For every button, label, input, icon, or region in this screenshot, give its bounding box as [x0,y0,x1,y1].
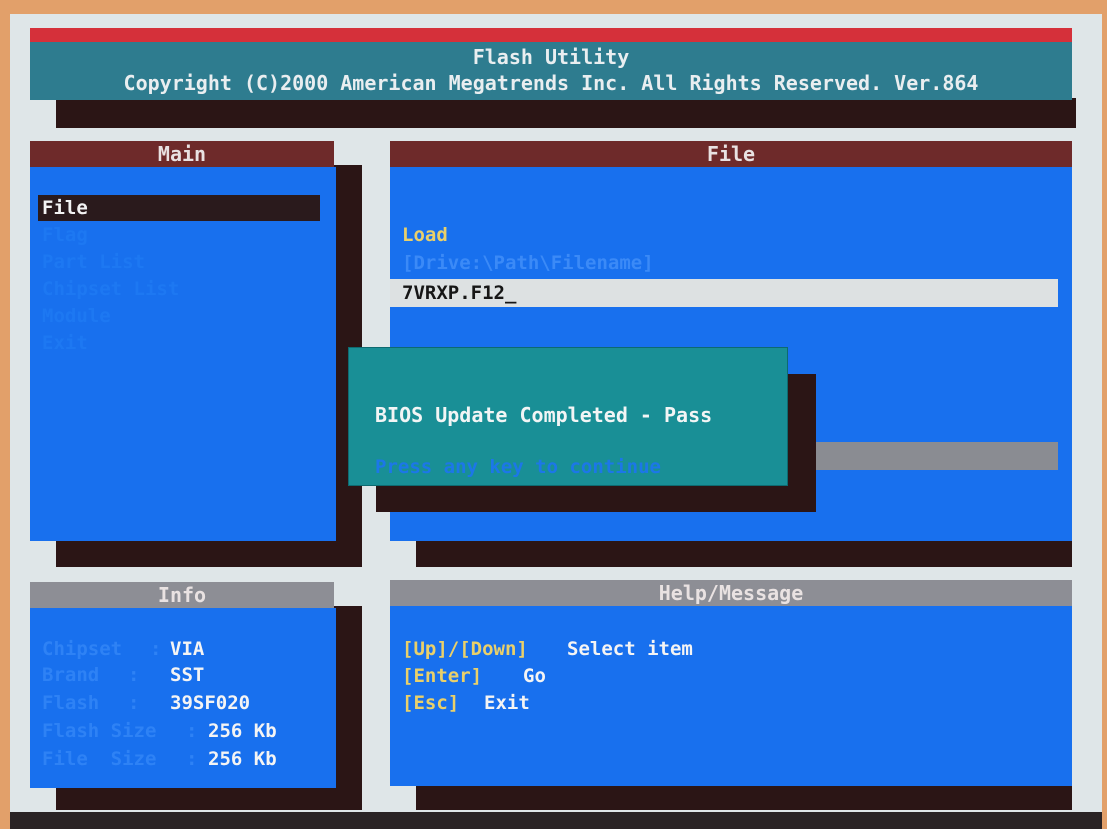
menu-item-part-list[interactable]: Part List [38,249,320,275]
info-value-chipset: VIA [170,638,205,660]
info-value-flash: 39SF020 [170,692,251,714]
info-panel-title: Info [30,582,334,608]
menu-item-file[interactable]: File [38,195,320,221]
copyright-text: Copyright (C)2000 American Megatrends In… [123,71,979,95]
info-label-flash-size: Flash Size [42,720,157,742]
info-value-brand: SST [170,664,205,686]
filename-input[interactable]: 7VRXP.F12_ [390,279,1058,307]
file-panel-title: File [390,141,1072,167]
app-title: Flash Utility [472,45,630,69]
app-header: Flash Utility Copyright (C)2000 American… [30,42,1072,100]
menu-item-exit[interactable]: Exit [38,330,320,356]
info-sep-chipset: : [150,638,162,660]
help-text-select: Select item [567,638,693,660]
load-label: Load [402,224,448,246]
info-label-brand: Brand [42,664,100,686]
help-text-exit: Exit [484,692,530,714]
path-format-hint: [Drive:\Path\Filename] [402,252,654,274]
info-label-chipset: Chipset [42,638,123,660]
info-sep-flash: : [128,692,140,714]
help-key-enter: [Enter] [402,665,483,687]
help-key-esc: [Esc] [402,692,460,714]
help-text-go: Go [523,665,546,687]
help-key-updown: [Up]/[Down] [402,638,528,660]
menu-item-flag[interactable]: Flag [38,222,320,248]
info-value-flash-size: 256 Kb [208,720,277,742]
header-shadow [56,98,1076,128]
dialog-message: BIOS Update Completed - Pass [375,403,713,427]
main-panel-title: Main [30,141,334,167]
info-sep-file-size: : [186,748,198,770]
highlight-bar [790,442,1058,470]
info-label-file-size: File Size [42,748,157,770]
info-label-flash: Flash [42,692,100,714]
info-value-file-size: 256 Kb [208,748,277,770]
menu-item-chipset-list[interactable]: Chipset List [38,276,320,302]
info-sep-flash-size: : [186,720,198,742]
dialog-hint: Press any key to continue [375,456,661,478]
info-sep-brand: : [128,664,140,686]
menu-item-module[interactable]: Module [38,303,320,329]
help-panel-title: Help/Message [390,580,1072,606]
screen-bottom-edge [10,812,1102,829]
update-complete-dialog[interactable]: BIOS Update Completed - Pass Press any k… [348,347,788,486]
